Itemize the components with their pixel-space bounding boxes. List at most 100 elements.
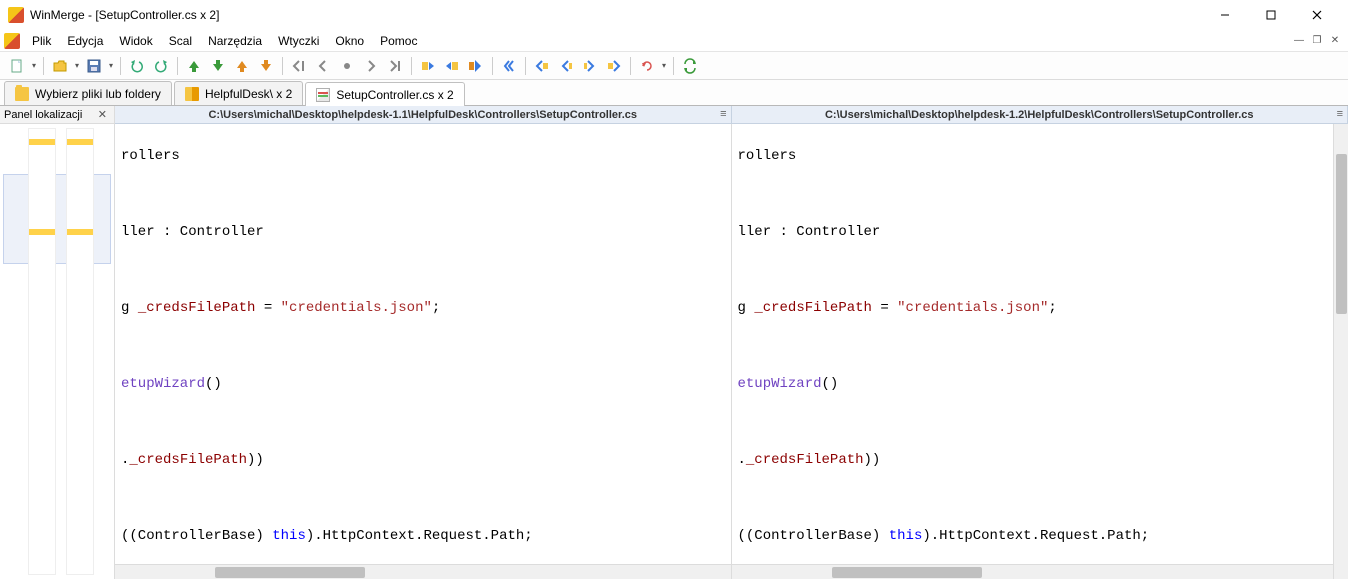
location-panel-body[interactable] bbox=[0, 124, 114, 579]
tab-label: Wybierz pliki lub foldery bbox=[35, 87, 161, 101]
diff-next-change-button[interactable] bbox=[207, 55, 229, 77]
code-panes: rollers ller : Controller g _credsFilePa… bbox=[115, 124, 1348, 579]
code-pane-right[interactable]: rollers ller : Controller g _credsFilePa… bbox=[732, 124, 1348, 579]
mdi-restore-button[interactable]: ❐ bbox=[1308, 32, 1326, 50]
new-file-icon bbox=[9, 58, 25, 74]
code-line bbox=[119, 489, 731, 508]
last-diff-button[interactable] bbox=[384, 55, 406, 77]
tab-helpfuldesk[interactable]: HelpfulDesk\ x 2 bbox=[174, 81, 303, 105]
save-button[interactable] bbox=[83, 55, 105, 77]
mdi-minimize-button[interactable]: — bbox=[1290, 32, 1308, 50]
menu-narzedzia[interactable]: Narzędzia bbox=[200, 30, 270, 51]
refresh-icon bbox=[639, 58, 655, 74]
file-diff-icon bbox=[316, 88, 330, 102]
arrow-left-icon bbox=[315, 58, 331, 74]
tab-setupcontroller[interactable]: SetupController.cs x 2 bbox=[305, 82, 464, 106]
diff-marker bbox=[67, 229, 93, 235]
pane-menu-right-button[interactable]: ≡ bbox=[1337, 108, 1343, 120]
mdi-doc-icon bbox=[4, 33, 20, 49]
location-viewport-indicator[interactable] bbox=[3, 174, 111, 264]
window-title: WinMerge - [SetupController.cs x 2] bbox=[30, 8, 219, 22]
pane-header-right: C:\Users\michal\Desktop\helpdesk-1.2\Hel… bbox=[732, 106, 1348, 123]
copy-left-button[interactable] bbox=[441, 55, 463, 77]
scrollbar-thumb[interactable] bbox=[1336, 154, 1347, 314]
horizontal-scrollbar-left[interactable] bbox=[115, 564, 731, 579]
pane-menu-left-button[interactable]: ≡ bbox=[720, 108, 726, 120]
toolbar-separator bbox=[492, 57, 493, 75]
maximize-button[interactable] bbox=[1248, 0, 1294, 30]
close-button[interactable] bbox=[1294, 0, 1340, 30]
arrow-last-icon bbox=[387, 58, 403, 74]
menu-widok[interactable]: Widok bbox=[111, 30, 160, 51]
merge-prev-left-button[interactable] bbox=[531, 55, 553, 77]
next-button[interactable] bbox=[360, 55, 382, 77]
location-panel: Panel lokalizacji ✕ bbox=[0, 106, 115, 579]
app-icon bbox=[8, 7, 24, 23]
merge-next-right-button[interactable] bbox=[603, 55, 625, 77]
toolbar: ▾ ▾ ▾ ▾ bbox=[0, 52, 1348, 80]
menu-plik[interactable]: Plik bbox=[24, 30, 59, 51]
toolbar-separator bbox=[43, 57, 44, 75]
all-left-button[interactable] bbox=[498, 55, 520, 77]
code-line: ller : Controller bbox=[119, 223, 731, 242]
toolbar-separator bbox=[630, 57, 631, 75]
scrollbar-thumb[interactable] bbox=[215, 567, 365, 578]
first-diff-button[interactable] bbox=[288, 55, 310, 77]
code-line bbox=[119, 185, 731, 204]
merge-left-icon bbox=[558, 58, 574, 74]
folder-open-icon bbox=[52, 58, 68, 74]
code-line: g _credsFilePath = "credentials.json"; bbox=[119, 299, 731, 318]
save-dropdown[interactable]: ▾ bbox=[107, 61, 115, 70]
code-line: rollers bbox=[119, 147, 731, 166]
copy-all-right-button[interactable] bbox=[465, 55, 487, 77]
open-dropdown[interactable]: ▾ bbox=[73, 61, 81, 70]
refresh-button[interactable] bbox=[636, 55, 658, 77]
open-button[interactable] bbox=[49, 55, 71, 77]
code-line: rollers bbox=[736, 147, 1348, 166]
code-line: ._credsFilePath)) bbox=[736, 451, 1348, 470]
merge-left-button[interactable] bbox=[555, 55, 577, 77]
diff-prev-change-button[interactable] bbox=[183, 55, 205, 77]
toolbar-separator bbox=[120, 57, 121, 75]
mdi-close-button[interactable]: ✕ bbox=[1326, 32, 1344, 50]
menu-edycja[interactable]: Edycja bbox=[59, 30, 111, 51]
merge-right-button[interactable] bbox=[579, 55, 601, 77]
diff-next-conflict-button[interactable] bbox=[255, 55, 277, 77]
code-line: ller : Controller bbox=[736, 223, 1348, 242]
menu-wtyczki[interactable]: Wtyczki bbox=[270, 30, 327, 51]
code-pane-left[interactable]: rollers ller : Controller g _credsFilePa… bbox=[115, 124, 732, 579]
arrow-up-orange-icon bbox=[234, 58, 250, 74]
scrollbar-thumb[interactable] bbox=[832, 567, 982, 578]
code-line bbox=[736, 489, 1348, 508]
minimize-button[interactable] bbox=[1202, 0, 1248, 30]
sync-button[interactable] bbox=[679, 55, 701, 77]
code-line bbox=[119, 413, 731, 432]
menu-scal[interactable]: Scal bbox=[161, 30, 200, 51]
code-line: etupWizard() bbox=[736, 375, 1348, 394]
menu-okno[interactable]: Okno bbox=[327, 30, 372, 51]
new-button[interactable] bbox=[6, 55, 28, 77]
refresh-dropdown[interactable]: ▾ bbox=[660, 61, 668, 70]
new-dropdown[interactable]: ▾ bbox=[30, 61, 38, 70]
code-line bbox=[119, 337, 731, 356]
location-panel-close-button[interactable]: ✕ bbox=[95, 108, 110, 121]
undo-icon bbox=[129, 58, 145, 74]
undo-button[interactable] bbox=[126, 55, 148, 77]
code-line bbox=[736, 261, 1348, 280]
arrow-right-icon bbox=[363, 58, 379, 74]
copy-right-button[interactable] bbox=[417, 55, 439, 77]
tab-select-files[interactable]: Wybierz pliki lub foldery bbox=[4, 81, 172, 105]
prev-button[interactable] bbox=[312, 55, 334, 77]
redo-button[interactable] bbox=[150, 55, 172, 77]
tab-label: SetupController.cs x 2 bbox=[336, 88, 453, 102]
diff-marker bbox=[67, 139, 93, 145]
horizontal-scrollbar-right[interactable] bbox=[732, 564, 1348, 579]
code-line: g _credsFilePath = "credentials.json"; bbox=[736, 299, 1348, 318]
merge-prev-left-icon bbox=[534, 58, 550, 74]
menu-pomoc[interactable]: Pomoc bbox=[372, 30, 425, 51]
diff-prev-conflict-button[interactable] bbox=[231, 55, 253, 77]
sync-icon bbox=[682, 58, 698, 74]
pane-headers: C:\Users\michal\Desktop\helpdesk-1.1\Hel… bbox=[115, 106, 1348, 124]
vertical-scrollbar[interactable] bbox=[1333, 124, 1348, 579]
current-diff-button[interactable] bbox=[336, 55, 358, 77]
